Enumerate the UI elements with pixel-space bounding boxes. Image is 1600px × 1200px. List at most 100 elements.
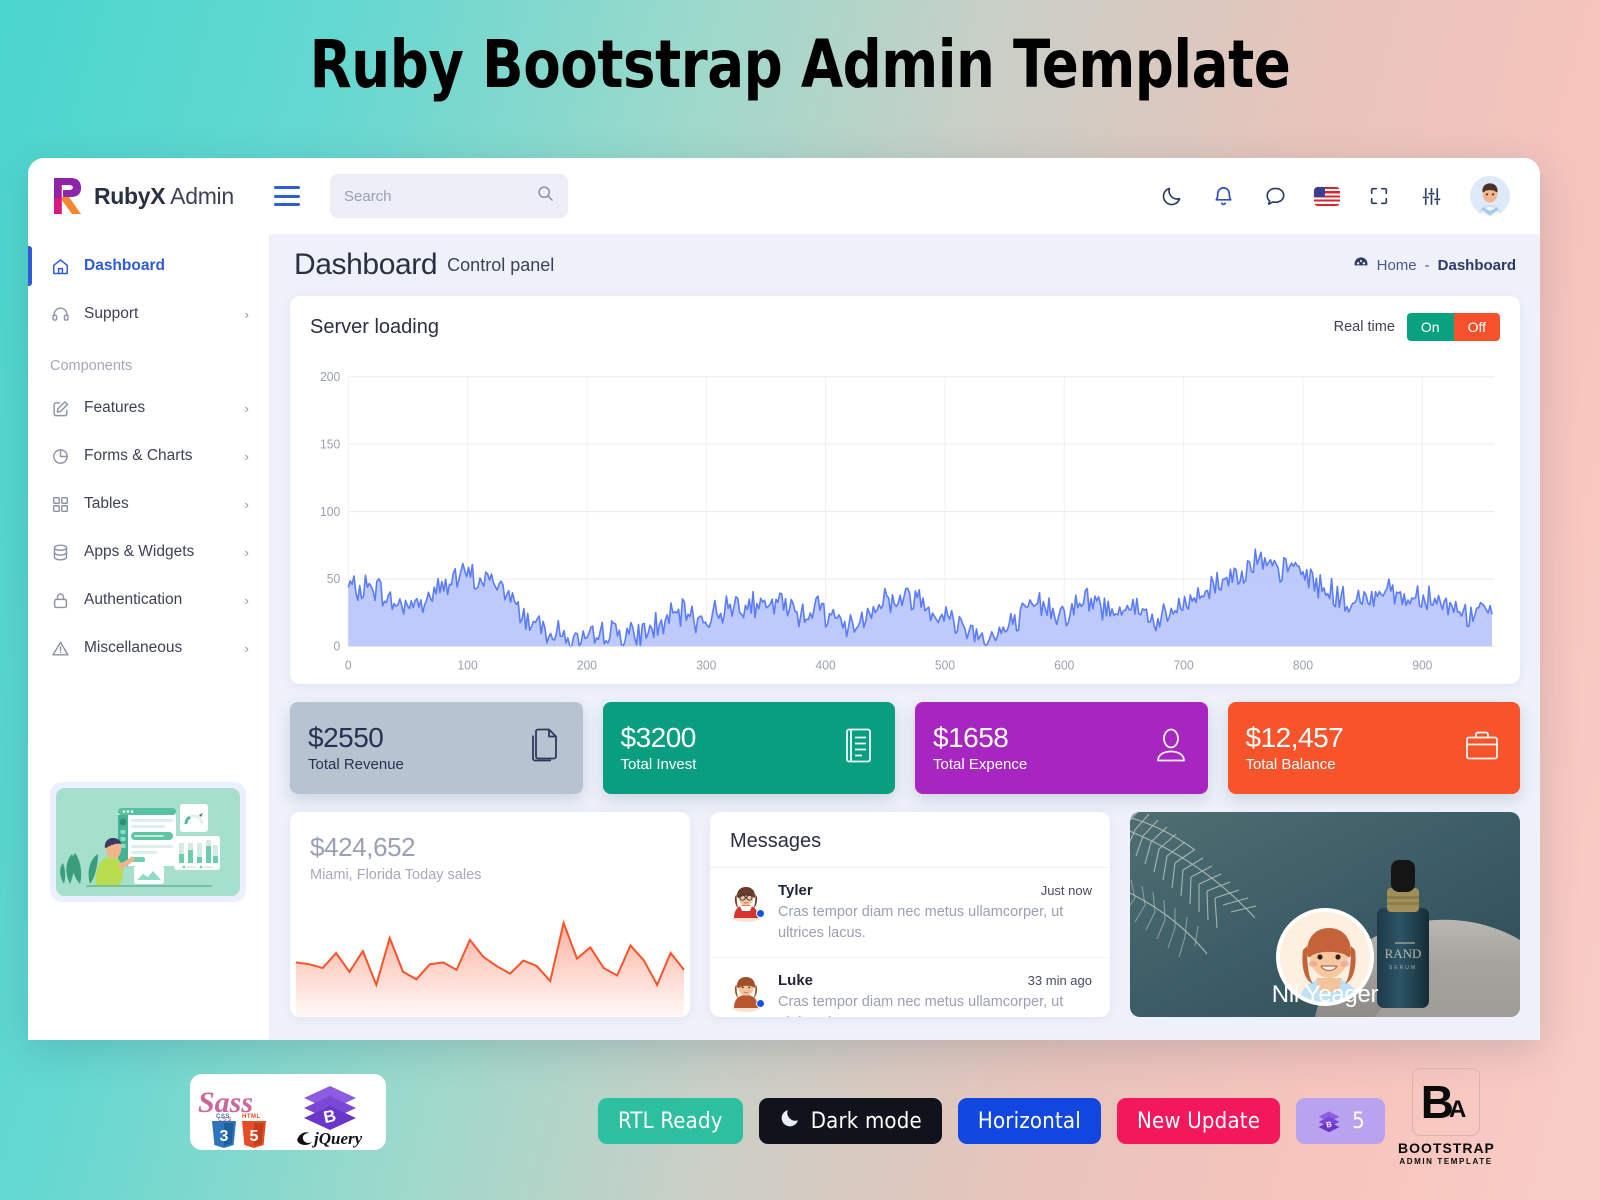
unread-indicator [756,909,765,918]
sidebar-item-apps-widgets[interactable]: Apps & Widgets › [28,528,269,576]
badge-label: Horizontal [977,1108,1081,1134]
briefcase-icon [1464,729,1500,768]
chevron-right-icon: › [244,592,249,608]
realtime-toggle-group: Real time On Off [1334,313,1500,341]
breadcrumb-current: Dashboard [1437,256,1516,274]
messages-title: Messages [710,812,1110,868]
search-input[interactable] [344,187,537,205]
chat-bubble-icon[interactable] [1262,183,1288,209]
svg-text:RAND: RAND [1385,946,1422,961]
messages-card: Messages Tyler Just now Cras tempor diam… [710,812,1110,1017]
badge-rtl-ready[interactable]: RTL Ready [598,1098,743,1144]
sidebar-item-dashboard[interactable]: Dashboard [28,242,269,290]
sidebar-item-miscellaneous[interactable]: Miscellaneous › [28,624,269,672]
sales-subtitle: Miami, Florida Today sales [310,867,482,883]
realtime-on-button[interactable]: On [1406,313,1454,341]
brand-caption-primary: BOOTSTRAP [1398,1140,1495,1156]
card-title: Server loading [310,315,439,338]
search-box[interactable] [330,174,568,218]
badge-new-update[interactable]: New Update [1116,1098,1281,1144]
bootstrap-icon: B [1316,1108,1342,1134]
sidebar-item-tables[interactable]: Tables › [28,480,269,528]
notification-bell-icon[interactable] [1210,183,1236,209]
sidebar-item-label: Forms & Charts [84,447,193,464]
tech-stack-logos: Sass CSS CSS 3 HTML 5 B jQuery [190,1074,386,1150]
stat-card-total-expence[interactable]: $1658 Total Expence [915,702,1208,794]
ba-logo-icon: BA [1412,1068,1480,1136]
stat-value: $2550 [308,721,384,753]
realtime-off-button[interactable]: Off [1453,313,1500,341]
svg-text:400: 400 [816,658,836,672]
speedometer-icon [1353,255,1369,275]
breadcrumb-home-link[interactable]: Home [1377,257,1417,274]
moon-icon [779,1107,801,1135]
dashboard-illustration [50,782,246,902]
stat-card-total-invest[interactable]: $3200 Total Invest [602,702,895,794]
svg-text:CSS: CSS [216,1114,230,1120]
sidebar-item-label: Tables [84,495,129,512]
stat-card-total-revenue[interactable]: $2550 Total Revenue [290,702,583,794]
settings-sliders-icon[interactable] [1418,183,1444,209]
message-text: Cras tempor diam nec metus ullamcorper, … [778,994,1064,1017]
sidebar-item-features[interactable]: Features › [28,384,269,432]
sidebar-item-label: Features [84,399,146,416]
sidebar-item-label: Miscellaneous [84,639,183,656]
app-body: Dashboard Support › Components Features … [28,234,1540,1040]
badge-horizontal[interactable]: Horizontal [957,1098,1101,1144]
bottom-row: $424,652 Miami, Florida Today sales Mess… [270,794,1540,1017]
sidebar-item-label: Apps & Widgets [84,543,195,560]
avatar [728,882,765,922]
brand-caption-secondary: ADMIN TEMPLATE [1399,1157,1493,1166]
rubyx-logo-icon [50,176,84,216]
svg-text:5: 5 [250,1128,259,1145]
stat-card-total-balance[interactable]: $12,457 Total Balance [1227,702,1520,794]
breadcrumb: Home - Dashboard [1353,255,1516,275]
us-flag-icon[interactable] [1314,183,1340,209]
chevron-right-icon: › [244,544,249,560]
search-icon[interactable] [537,185,554,207]
message-list-item[interactable]: Luke 33 min ago Cras tempor diam nec met… [710,958,1110,1017]
user-avatar-icon[interactable] [1470,176,1510,216]
brand-name-rest: Admin [165,182,234,209]
ba-logo-a: A [1448,1096,1467,1123]
stat-cards-row: $2550 Total Revenue $3200 Total Invest $… [270,684,1540,794]
message-list-item[interactable]: Tyler Just now Cras tempor diam nec metu… [710,868,1110,959]
badge-bootstrap-version[interactable]: B 5 [1296,1098,1385,1144]
badge-label: 5 [1352,1108,1365,1134]
sidebar-item-support[interactable]: Support › [28,290,269,338]
brand-name-bold: RubyX [94,182,166,209]
svg-text:600: 600 [1054,658,1074,672]
profile-photo-card[interactable]: RAND SERUM Nil Yeager [1130,812,1520,1017]
svg-text:700: 700 [1174,658,1194,672]
svg-text:150: 150 [320,437,340,451]
grid-icon [50,494,70,514]
badge-dark-mode[interactable]: Dark mode [758,1098,942,1144]
person-icon [1154,727,1188,770]
sidebar-item-authentication[interactable]: Authentication › [28,576,269,624]
page-title: Dashboard [294,248,438,281]
dark-mode-icon[interactable] [1158,183,1184,209]
fullscreen-icon[interactable] [1366,183,1392,209]
sidebar-item-forms-charts[interactable]: Forms & Charts › [28,432,269,480]
sales-sparkline-chart [290,897,690,1017]
chevron-right-icon: › [244,640,249,656]
lock-icon [50,590,70,610]
main-content: Dashboard Control panel Home - Dashboard [270,234,1540,1040]
badge-label: RTL Ready [618,1108,723,1134]
sales-value: $424,652 [310,832,416,862]
stat-label: Total Invest [620,756,697,774]
message-time: 33 min ago [1027,973,1092,989]
sidebar-item-label: Authentication [84,591,183,608]
brand-logo[interactable]: RubyX Admin [28,176,270,216]
chevron-right-icon: › [244,496,249,512]
svg-text:0: 0 [334,639,341,653]
sidebar-section-label: Components [50,358,133,374]
stat-label: Total Revenue [308,756,404,774]
stat-value: $1658 [933,721,1009,753]
profile-name: Nil Yeager [1271,981,1379,1008]
svg-text:3: 3 [220,1128,229,1145]
svg-text:800: 800 [1293,658,1313,672]
badge-label: New Update [1136,1108,1261,1134]
home-icon [50,256,70,276]
hamburger-icon[interactable] [274,186,300,206]
